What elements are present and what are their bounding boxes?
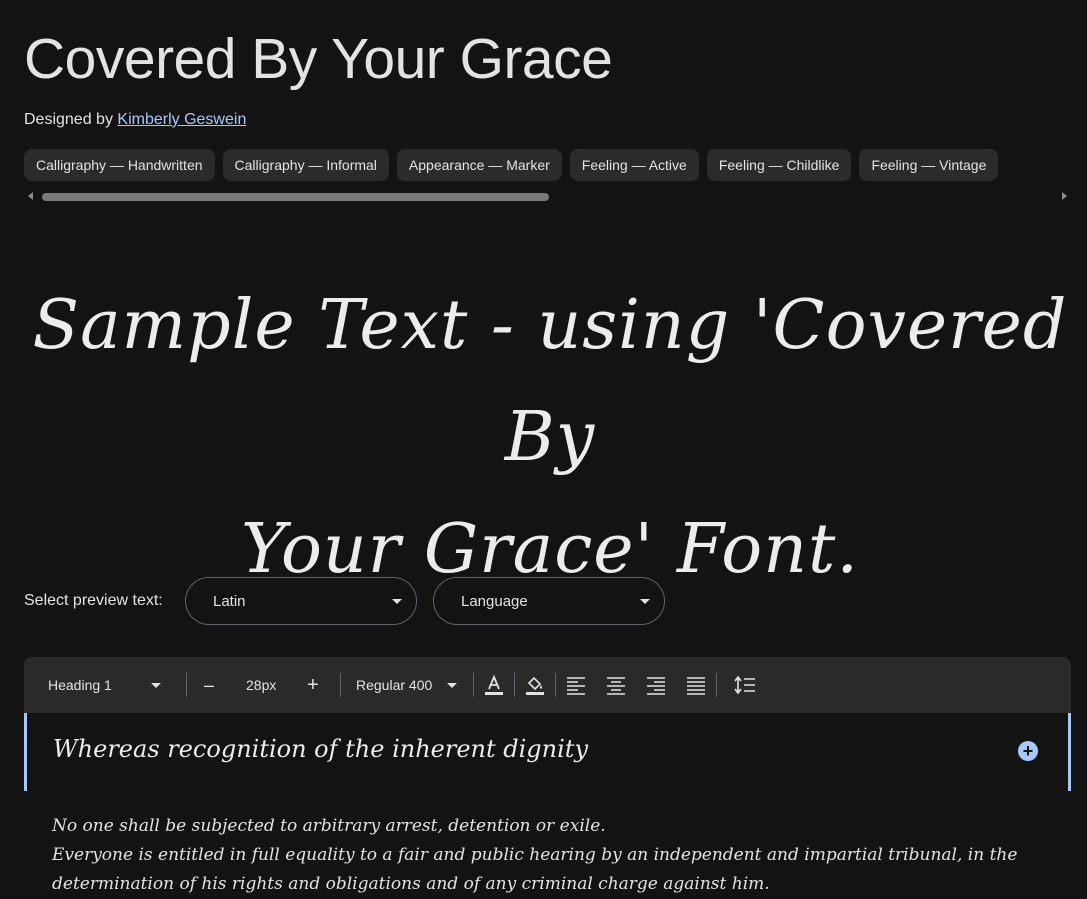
preview-heading-text[interactable]: Whereas recognition of the inherent dign… [53,735,588,763]
chevron-down-icon [640,599,650,604]
preview-body-line: No one shall be subjected to arbitrary a… [52,816,606,836]
increase-size-button[interactable]: + [307,657,319,713]
decrease-size-button[interactable]: – [204,657,214,713]
add-icon[interactable]: + [1018,741,1038,761]
line-height-icon[interactable] [733,673,757,697]
font-weight-select[interactable]: Regular 400 [356,657,432,713]
font-weight-value: Regular 400 [356,677,433,693]
language-select-value: Language [461,593,528,610]
preview-body-line: determination of his rights and obligati… [52,874,770,894]
preview-body-line: Everyone is entitled in full equality to… [52,845,1018,865]
editor-toolbar: Heading 1 – 28px + Regular 400 [24,657,1071,713]
font-title: Covered By Your Grace [24,27,613,91]
sample-text-preview: Sample Text - using 'Covered By Your Gra… [30,270,1070,606]
sample-line: Sample Text - using 'Covered By [32,286,1068,477]
align-left-icon[interactable] [564,673,588,697]
align-right-icon[interactable] [644,673,668,697]
tag-chip[interactable]: Calligraphy — Informal [222,149,389,181]
language-select[interactable]: Language [433,577,665,625]
chevron-down-icon [151,683,161,688]
tag-chip[interactable]: Feeling — Childlike [706,149,852,181]
font-size-value[interactable]: 28px [246,657,276,713]
scroll-thumb[interactable] [42,193,549,201]
toolbar-divider [514,673,515,697]
tag-chip[interactable]: Calligraphy — Handwritten [24,149,215,181]
chevron-down-icon [392,599,402,604]
preview-text-label: Select preview text: [24,592,163,609]
preview-body-text[interactable]: No one shall be subjected to arbitrary a… [52,812,1052,899]
scroll-right-arrow-icon[interactable] [1062,192,1067,200]
tag-chip[interactable]: Feeling — Active [569,149,699,181]
fill-color-icon[interactable] [523,673,547,697]
toolbar-divider [186,673,187,697]
text-style-select[interactable]: Heading 1 [48,657,168,713]
align-center-icon[interactable] [604,673,628,697]
script-select[interactable]: Latin [185,577,417,625]
scroll-left-arrow-icon[interactable] [28,192,33,200]
text-color-icon[interactable] [482,673,506,697]
text-style-value: Heading 1 [48,677,112,693]
tag-chips: Calligraphy — Handwritten Calligraphy — I… [24,149,1063,181]
toolbar-divider [555,673,556,697]
script-select-value: Latin [213,593,246,610]
designer-link[interactable]: Kimberly Geswein [117,111,246,128]
tags-scrollbar[interactable] [24,190,1071,202]
align-justify-icon[interactable] [684,673,708,697]
preview-heading-row[interactable]: Whereas recognition of the inherent dign… [24,713,1071,791]
designed-by-label: Designed by [24,111,113,128]
tag-chip[interactable]: Feeling — Vintage [859,149,999,181]
toolbar-divider [716,673,717,697]
designer-line: Designed by Kimberly Geswein [24,111,246,129]
toolbar-divider [340,673,341,697]
toolbar-divider [473,673,474,697]
chevron-down-icon [447,683,457,688]
tag-chip[interactable]: Appearance — Marker [396,149,562,181]
